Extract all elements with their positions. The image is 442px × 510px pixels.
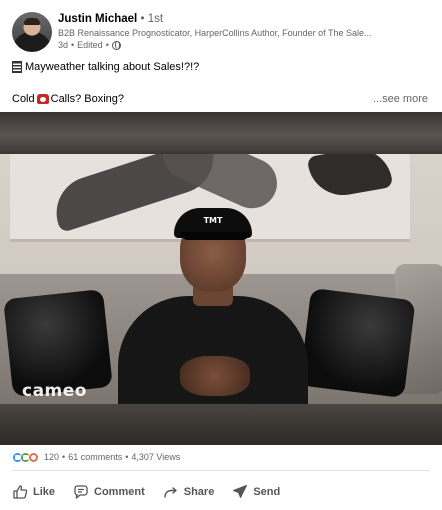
time-separator: • [71, 40, 75, 50]
speaker-hands [180, 356, 250, 396]
post-text-line-1: Mayweather talking about Sales!?!? [12, 60, 199, 74]
share-label: Share [183, 486, 215, 498]
like-label: Like [33, 486, 56, 498]
post-text-1: Mayweather talking about Sales!?!? [25, 61, 200, 73]
send-button[interactable]: Send [230, 481, 282, 503]
share-button[interactable]: Share [161, 481, 217, 503]
author-name-row: Justin Michael • 1st [58, 12, 436, 26]
share-arrow-icon [164, 487, 177, 498]
author-avatar[interactable] [12, 12, 52, 52]
views-count: 4,307 Views [131, 452, 181, 462]
post-time: 3d [58, 40, 69, 50]
post-text-2a: Cold [12, 93, 35, 105]
thumbs-up-icon [13, 485, 28, 499]
video-frame: TMT cameo [0, 154, 442, 404]
post-text-2b: Calls? Boxing? [50, 93, 124, 105]
like-button[interactable]: Like [10, 481, 57, 503]
send-paper-plane-icon [233, 485, 248, 498]
count-separator: • [125, 452, 129, 462]
love-reaction-icon [28, 451, 39, 463]
video-player[interactable]: TMT cameo [0, 112, 442, 445]
post-header: Justin Michael • 1st B2B Renaissance Pro… [12, 12, 436, 52]
connection-degree: 1st [147, 13, 164, 25]
painting-stroke [306, 154, 394, 201]
book-icon [12, 61, 22, 73]
video-pillow-right [299, 287, 416, 399]
reaction-count[interactable]: 120 [44, 451, 59, 463]
feed-post: Justin Michael • 1st B2B Renaissance Pro… [0, 0, 442, 510]
author-meta: Justin Michael • 1st B2B Renaissance Pro… [58, 12, 436, 51]
cameo-watermark: cameo [22, 381, 87, 401]
cap-logo: TMT [203, 216, 223, 225]
post-actions: Like Comment Share Send [10, 481, 430, 503]
video-blur-top [0, 112, 442, 154]
post-text-line-2: Cold Calls? Boxing? [12, 92, 124, 106]
comment-label: Comment [94, 486, 145, 498]
comment-icon [74, 485, 88, 499]
divider [12, 470, 430, 471]
globe-icon [111, 40, 121, 50]
time-separator: • [105, 40, 109, 50]
comment-button[interactable]: Comment [71, 481, 147, 503]
video-speaker: TMT [118, 208, 308, 404]
count-separator: • [62, 452, 66, 462]
see-more-link[interactable]: ...see more [373, 92, 428, 106]
degree-separator: • [140, 13, 145, 25]
reaction-icons[interactable] [12, 451, 39, 463]
author-headline: B2B Renaissance Prognosticator, HarperCo… [58, 28, 372, 38]
telephone-icon [36, 94, 49, 104]
author-name[interactable]: Justin Michael [58, 13, 137, 25]
social-counts: 120 • 61 comments • 4,307 Views [12, 451, 180, 463]
send-label: Send [253, 486, 281, 498]
comments-count[interactable]: 61 comments [68, 451, 122, 463]
video-blur-bottom [0, 404, 442, 445]
edited-label: Edited [77, 40, 103, 50]
post-timestamp-row: 3d • Edited • [58, 39, 436, 51]
